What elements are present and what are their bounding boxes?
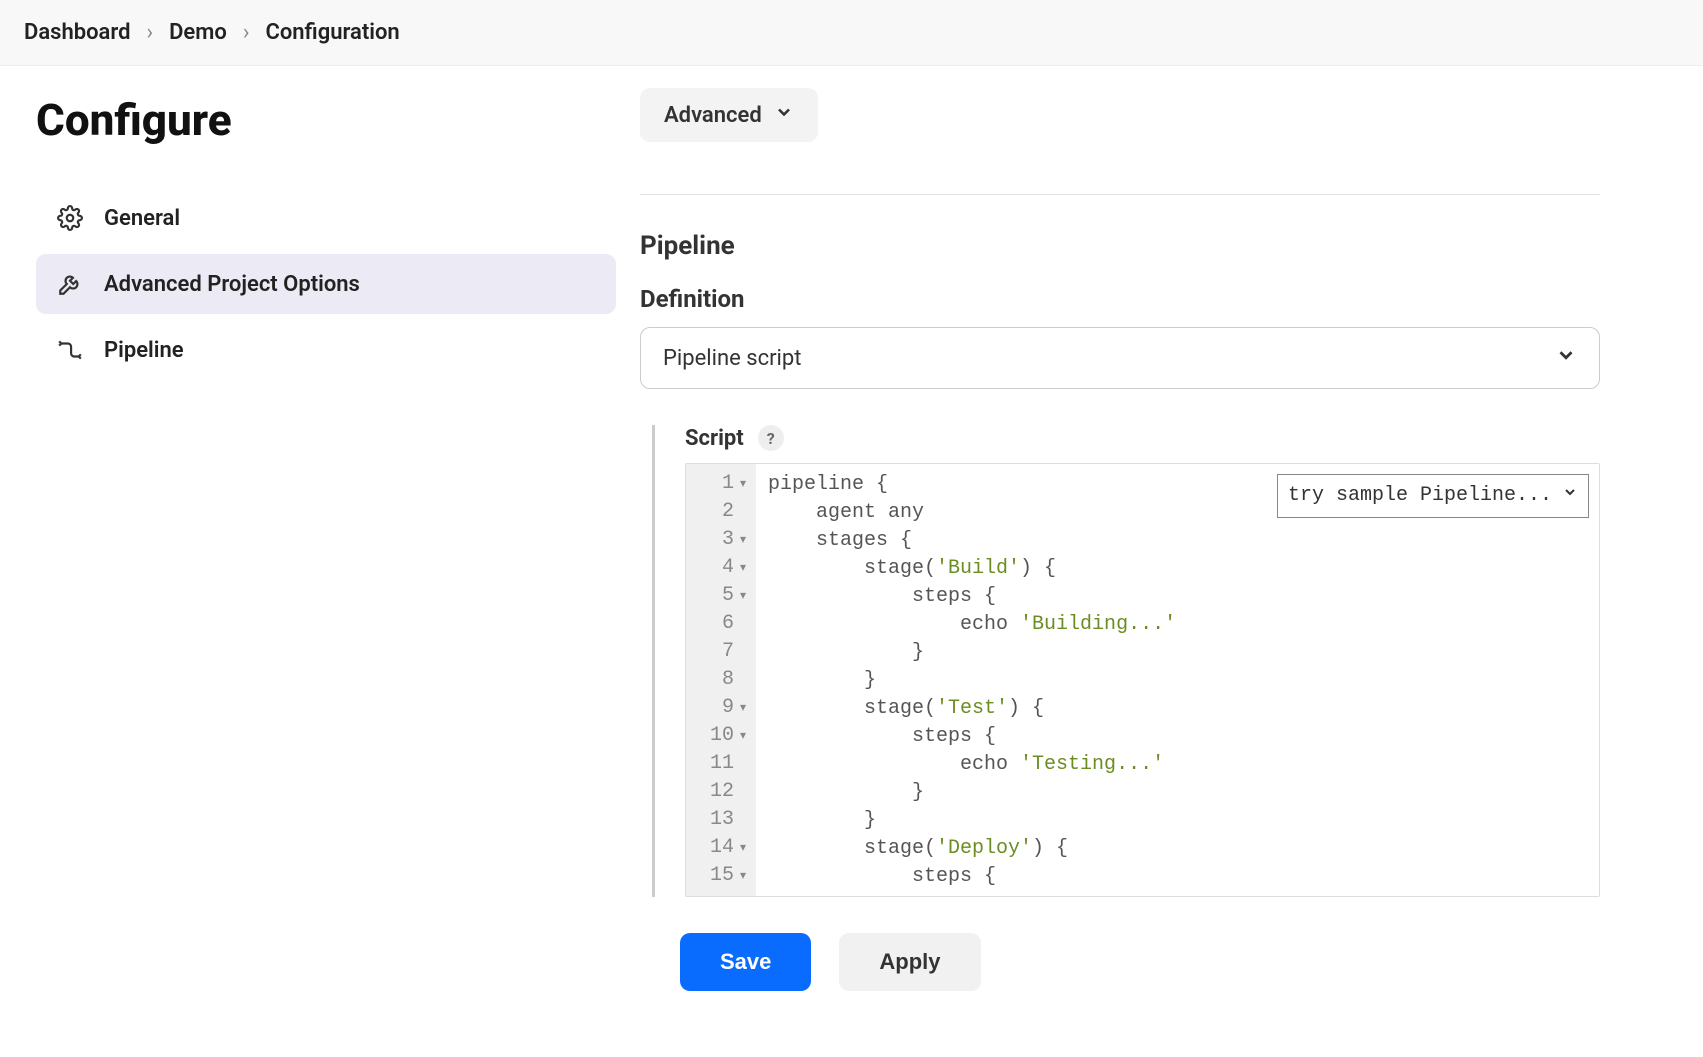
code-line[interactable]: stage('Deploy') { xyxy=(768,834,1176,862)
pipeline-icon xyxy=(56,336,84,364)
fold-toggle-icon[interactable]: ▾ xyxy=(738,475,748,493)
footer-actions: Save Apply xyxy=(0,914,1703,1009)
field-label-definition: Definition xyxy=(640,285,1600,313)
sidebar-item-general[interactable]: General xyxy=(36,188,616,248)
breadcrumb: Dashboard › Demo › Configuration xyxy=(0,0,1703,66)
breadcrumb-item-current[interactable]: Configuration xyxy=(265,20,399,45)
wrench-icon xyxy=(56,270,84,298)
section-heading-pipeline: Pipeline xyxy=(640,231,1600,261)
sample-pipeline-select[interactable]: try sample Pipeline... xyxy=(1277,474,1589,518)
chevron-right-icon: › xyxy=(243,20,250,45)
sidebar-item-advanced-project-options[interactable]: Advanced Project Options xyxy=(36,254,616,314)
chevron-down-icon xyxy=(774,102,794,128)
gutter-line: 12 xyxy=(700,778,748,806)
breadcrumb-item-project[interactable]: Demo xyxy=(169,20,227,45)
sidebar-item-label: General xyxy=(104,206,180,231)
code-line[interactable]: echo 'Building...' xyxy=(768,610,1176,638)
fold-toggle-icon[interactable]: ▾ xyxy=(738,727,748,745)
gutter-line: 14▾ xyxy=(700,834,748,862)
code-line[interactable]: steps { xyxy=(768,722,1176,750)
code-line[interactable]: steps { xyxy=(768,582,1176,610)
sidebar-item-pipeline[interactable]: Pipeline xyxy=(36,320,616,380)
definition-select[interactable]: Pipeline script xyxy=(640,327,1600,389)
sidebar: Configure General Advanced Project Opt xyxy=(0,66,640,380)
save-button[interactable]: Save xyxy=(680,933,811,991)
code-line[interactable]: agent any xyxy=(768,498,1176,526)
gutter-line: 2 xyxy=(700,498,748,526)
fold-toggle-icon[interactable]: ▾ xyxy=(738,587,748,605)
fold-toggle-icon[interactable]: ▾ xyxy=(738,699,748,717)
gutter-line: 10▾ xyxy=(700,722,748,750)
gutter-line: 15▾ xyxy=(700,862,748,890)
code-line[interactable]: steps { xyxy=(768,862,1176,890)
sidebar-item-label: Pipeline xyxy=(104,338,184,363)
advanced-toggle-label: Advanced xyxy=(664,103,762,128)
gutter-line: 3▾ xyxy=(700,526,748,554)
apply-button[interactable]: Apply xyxy=(839,933,980,991)
gutter-line: 9▾ xyxy=(700,694,748,722)
code-line[interactable]: } xyxy=(768,806,1176,834)
gutter-line: 1▾ xyxy=(700,470,748,498)
code-line[interactable]: echo 'Testing...' xyxy=(768,750,1176,778)
help-icon[interactable]: ? xyxy=(758,425,784,451)
code-line[interactable]: } xyxy=(768,778,1176,806)
gutter-line: 7 xyxy=(700,638,748,666)
code-line[interactable]: pipeline { xyxy=(768,470,1176,498)
code-line[interactable]: } xyxy=(768,638,1176,666)
fold-toggle-icon[interactable]: ▾ xyxy=(738,559,748,577)
gutter-line: 6 xyxy=(700,610,748,638)
page-title: Configure xyxy=(36,94,616,146)
gutter-line: 5▾ xyxy=(700,582,748,610)
editor-code[interactable]: pipeline { agent any stages { stage('Bui… xyxy=(756,464,1188,896)
chevron-right-icon: › xyxy=(146,20,153,45)
code-line[interactable]: stage('Build') { xyxy=(768,554,1176,582)
fold-toggle-icon[interactable]: ▾ xyxy=(738,839,748,857)
main-content: Advanced Pipeline Definition Pipeline sc… xyxy=(640,66,1640,1057)
editor-gutter: 1▾23▾4▾5▾6789▾10▾11121314▾15▾ xyxy=(686,464,756,896)
advanced-toggle[interactable]: Advanced xyxy=(640,88,818,142)
field-label-script: Script xyxy=(685,426,744,451)
sample-pipeline-select-label: try sample Pipeline... xyxy=(1288,481,1552,511)
code-line[interactable]: stages { xyxy=(768,526,1176,554)
gutter-line: 11 xyxy=(700,750,748,778)
definition-select-value: Pipeline script xyxy=(663,346,801,371)
fold-toggle-icon[interactable]: ▾ xyxy=(738,867,748,885)
chevron-down-icon xyxy=(1555,344,1577,372)
sidebar-item-label: Advanced Project Options xyxy=(104,272,360,297)
breadcrumb-item-dashboard[interactable]: Dashboard xyxy=(24,20,130,45)
code-line[interactable]: stage('Test') { xyxy=(768,694,1176,722)
gear-icon xyxy=(56,204,84,232)
script-editor[interactable]: 1▾23▾4▾5▾6789▾10▾11121314▾15▾ pipeline {… xyxy=(685,463,1600,897)
gutter-line: 13 xyxy=(700,806,748,834)
code-line[interactable]: } xyxy=(768,666,1176,694)
fold-toggle-icon[interactable]: ▾ xyxy=(738,531,748,549)
gutter-line: 4▾ xyxy=(700,554,748,582)
divider xyxy=(640,194,1600,195)
chevron-down-icon xyxy=(1562,481,1578,511)
gutter-line: 8 xyxy=(700,666,748,694)
